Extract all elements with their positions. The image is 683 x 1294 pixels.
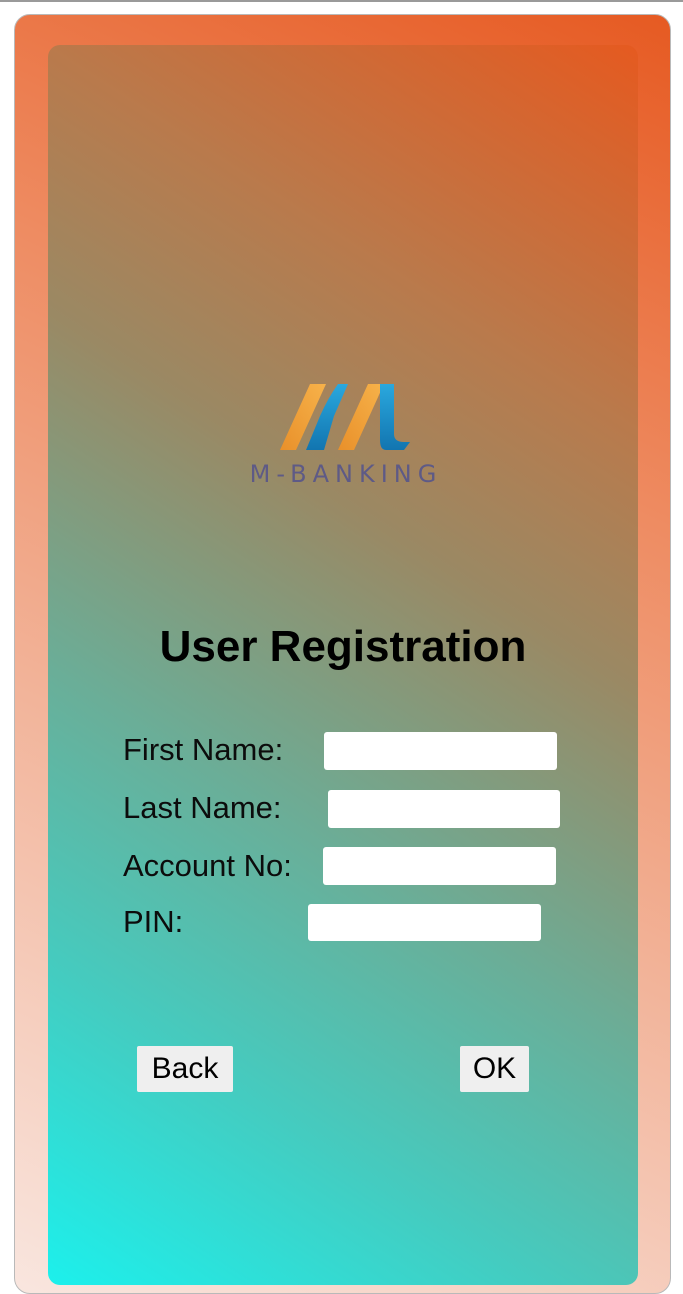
back-button[interactable]: Back bbox=[137, 1046, 233, 1092]
brand-logo: M-BANKING bbox=[240, 378, 452, 490]
last-name-label: Last Name: bbox=[123, 790, 282, 825]
account-no-input[interactable] bbox=[323, 847, 556, 885]
pin-input[interactable] bbox=[308, 904, 541, 941]
pin-label: PIN: bbox=[123, 904, 184, 939]
first-name-input[interactable] bbox=[324, 732, 557, 770]
page-title: User Registration bbox=[159, 622, 527, 671]
account-no-label: Account No: bbox=[123, 848, 292, 883]
ok-button[interactable]: OK bbox=[460, 1046, 529, 1092]
brand-name: M-BANKING bbox=[249, 460, 443, 488]
last-name-input[interactable] bbox=[328, 790, 560, 828]
first-name-label: First Name: bbox=[123, 732, 284, 767]
m-logo-icon bbox=[280, 384, 410, 450]
top-divider bbox=[0, 0, 683, 2]
